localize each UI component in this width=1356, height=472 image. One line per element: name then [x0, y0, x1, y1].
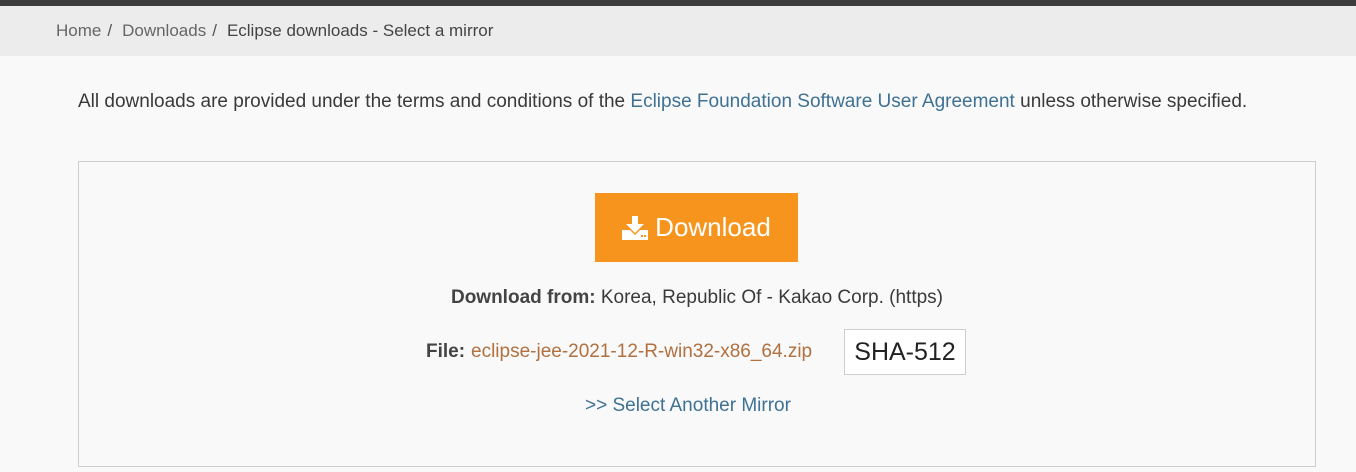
download-from-label: Download from:	[450, 287, 596, 308]
terms-notice: All downloads are provided under the ter…	[78, 87, 1318, 116]
file-label: File:	[426, 341, 466, 362]
notice-prefix: All downloads are provided under the ter…	[78, 91, 631, 112]
download-button-label: Download	[655, 212, 771, 242]
download-icon	[622, 215, 649, 240]
sha512-button[interactable]: SHA-512	[844, 329, 966, 375]
select-another-mirror-link[interactable]: >> Select Another Mirror	[585, 394, 791, 418]
download-button[interactable]: Download	[595, 193, 798, 262]
breadcrumb-separator: /	[212, 21, 217, 40]
notice-suffix: unless otherwise specified.	[1014, 91, 1248, 112]
breadcrumb: Home / Downloads / Eclipse downloads - Selec…	[56, 21, 493, 41]
breadcrumb-bar: Home / Downloads / Eclipse downloads - Selec…	[0, 6, 1356, 56]
file-name-link[interactable]: eclipse-jee-2021-12-R-win32-x86_64.zip	[471, 340, 812, 364]
breadcrumb-current: Eclipse downloads - Select a mirror	[226, 21, 494, 40]
breadcrumb-home-link[interactable]: Home	[56, 21, 101, 40]
download-from-line: Download from: Korea, Republic Of - Kaka…	[0, 286, 1356, 310]
breadcrumb-downloads-link[interactable]: Downloads	[122, 21, 206, 40]
download-from-value: Korea, Republic Of - Kakao Corp. (https)	[600, 287, 944, 308]
user-agreement-link[interactable]: Eclipse Foundation Software User Agreeme…	[630, 91, 1014, 112]
breadcrumb-separator: /	[107, 21, 113, 40]
